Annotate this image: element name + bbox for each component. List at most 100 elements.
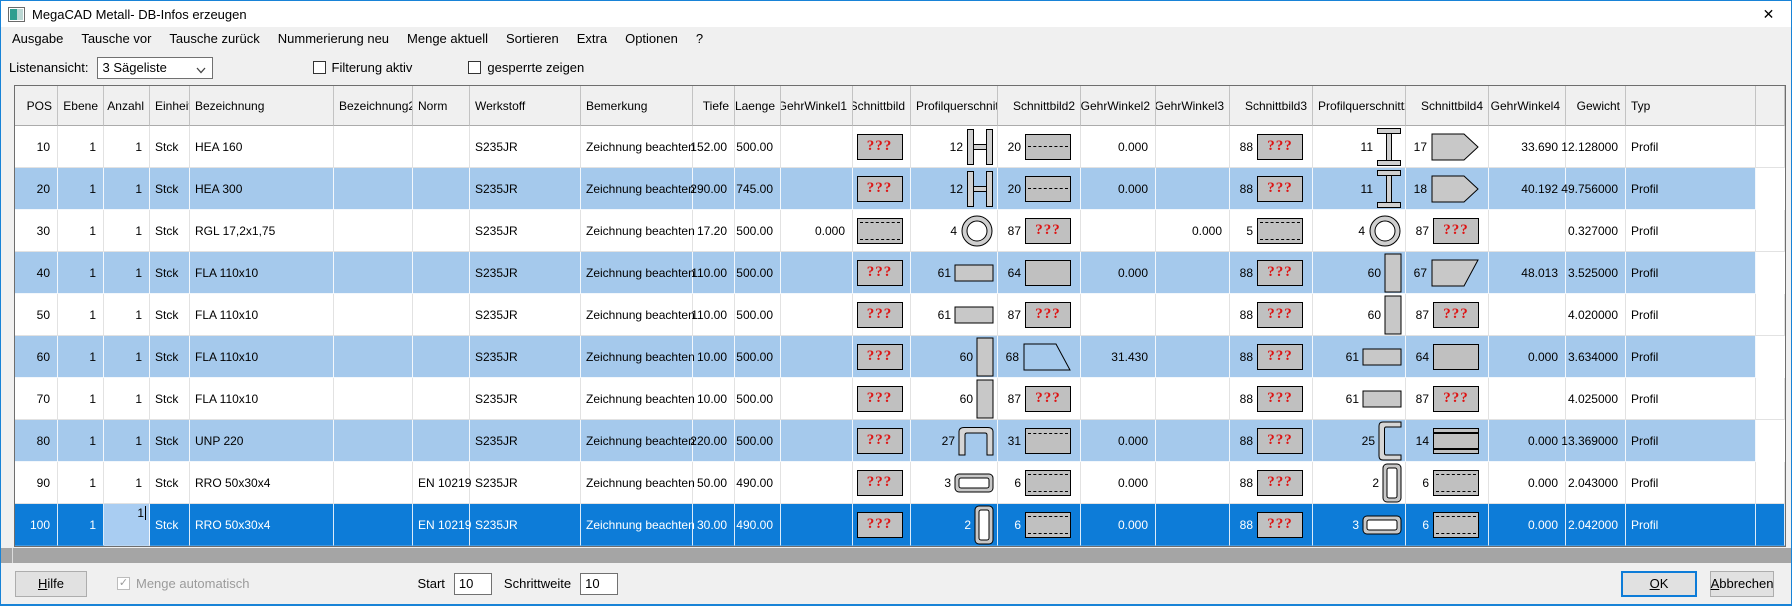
cell-laenge[interactable]: 500.00 [735, 378, 781, 420]
cell-gw4[interactable]: 40.192 [1489, 168, 1566, 210]
table-row[interactable]: 10011StckRRO 50x30x4EN 10219S235JRZeichn… [15, 504, 1785, 546]
cell-sb2[interactable]: 64 [998, 252, 1081, 294]
cell-pos[interactable]: 60 [15, 336, 58, 378]
col-header-pos[interactable]: POS [15, 86, 58, 126]
cell-bez2[interactable] [334, 336, 413, 378]
cell-bez[interactable]: RRO 50x30x4 [190, 504, 334, 546]
cancel-button[interactable]: Abbrechen [1710, 571, 1774, 597]
cell-anzahl[interactable]: 1 [104, 420, 150, 462]
cell-einheit[interactable]: Stck [150, 336, 190, 378]
cell-bemerkung[interactable]: Zeichnung beachten [581, 462, 693, 504]
cell-sb4[interactable]: 17 [1406, 126, 1489, 168]
cell-gw4[interactable]: 0.000 [1489, 420, 1566, 462]
cell-anzahl[interactable]: 1 [104, 336, 150, 378]
cell-last[interactable] [1756, 336, 1785, 378]
cell-tiefe[interactable]: 290.00 [693, 168, 735, 210]
cell-gw3[interactable] [1156, 462, 1230, 504]
cell-pos[interactable]: 10 [15, 126, 58, 168]
cell-sb2[interactable]: 87??? [998, 294, 1081, 336]
cell-gw4[interactable] [1489, 210, 1566, 252]
cell-pos[interactable]: 70 [15, 378, 58, 420]
cell-einheit[interactable]: Stck [150, 378, 190, 420]
cell-werkstoff[interactable]: S235JR [470, 210, 581, 252]
col-header-sb3[interactable]: Schnittbild3 [1230, 86, 1313, 126]
col-header-norm[interactable]: Norm [413, 86, 470, 126]
cell-gw3[interactable] [1156, 336, 1230, 378]
cell-edit-value[interactable]: 1 [137, 506, 146, 520]
cell-gewicht[interactable]: 13.369000 [1566, 420, 1626, 462]
cell-tiefe[interactable]: 110.00 [693, 252, 735, 294]
filter-checkbox[interactable] [313, 61, 326, 74]
cell-ebene[interactable]: 1 [58, 462, 104, 504]
col-header-pq2[interactable]: Profilquerschnitt2 [1313, 86, 1406, 126]
menu-item[interactable]: Extra [568, 28, 616, 49]
cell-sb[interactable]: ??? [853, 462, 911, 504]
cell-pq2[interactable]: 60 [1313, 252, 1406, 294]
cell-typ[interactable]: Profil [1626, 252, 1756, 294]
cell-pq[interactable]: 60 [911, 378, 998, 420]
cell-bez2[interactable] [334, 210, 413, 252]
cell-tiefe[interactable]: 220.00 [693, 420, 735, 462]
cell-typ[interactable]: Profil [1626, 378, 1756, 420]
cell-pq2[interactable]: 11 [1313, 168, 1406, 210]
cell-sb[interactable]: ??? [853, 378, 911, 420]
cell-sb3[interactable]: 88??? [1230, 336, 1313, 378]
cell-pq2[interactable]: 60 [1313, 294, 1406, 336]
table-row[interactable]: 3011StckRGL 17,2x1,75S235JRZeichnung bea… [15, 210, 1785, 252]
cell-bez[interactable]: HEA 300 [190, 168, 334, 210]
cell-sb[interactable]: ??? [853, 252, 911, 294]
menu-item[interactable]: Sortieren [497, 28, 568, 49]
cell-anzahl[interactable]: 1 [104, 462, 150, 504]
cell-gw3[interactable] [1156, 252, 1230, 294]
cell-sb4[interactable]: 14 [1406, 420, 1489, 462]
cell-bez[interactable]: FLA 110x10 [190, 378, 334, 420]
cell-last[interactable] [1756, 126, 1785, 168]
step-input[interactable] [580, 573, 618, 595]
cell-sb3[interactable]: 88??? [1230, 168, 1313, 210]
cell-tiefe[interactable]: 17.20 [693, 210, 735, 252]
menu-item[interactable]: Optionen [616, 28, 687, 49]
cell-gewicht[interactable]: 49.756000 [1566, 168, 1626, 210]
col-header-bemerkung[interactable]: Bemerkung [581, 86, 693, 126]
cell-bez[interactable]: FLA 110x10 [190, 336, 334, 378]
cell-laenge[interactable]: 500.00 [735, 294, 781, 336]
cell-gw1[interactable] [781, 294, 853, 336]
cell-sb4[interactable]: 87??? [1406, 294, 1489, 336]
cell-bemerkung[interactable]: Zeichnung beachten [581, 378, 693, 420]
cell-sb4[interactable]: 18 [1406, 168, 1489, 210]
cell-norm[interactable]: EN 10219 [413, 462, 470, 504]
cell-typ[interactable]: Profil [1626, 168, 1756, 210]
cell-bemerkung[interactable]: Zeichnung beachten [581, 294, 693, 336]
cell-sb4[interactable]: 6 [1406, 462, 1489, 504]
cell-ebene[interactable]: 1 [58, 378, 104, 420]
cell-anzahl[interactable]: 1 [104, 210, 150, 252]
cell-bez2[interactable] [334, 504, 413, 546]
cell-norm[interactable] [413, 252, 470, 294]
menu-item[interactable]: Tausche zurück [160, 28, 268, 49]
cell-ebene[interactable]: 1 [58, 210, 104, 252]
col-header-tiefe[interactable]: Tiefe [693, 86, 735, 126]
cell-einheit[interactable]: Stck [150, 168, 190, 210]
table-row[interactable]: 7011StckFLA 110x10S235JRZeichnung beacht… [15, 378, 1785, 420]
cell-tiefe[interactable]: 10.00 [693, 336, 735, 378]
cell-gewicht[interactable]: 2.042000 [1566, 504, 1626, 546]
col-header-gw3[interactable]: GehrWinkel3 [1156, 86, 1230, 126]
cell-anzahl[interactable]: 1 [104, 126, 150, 168]
cell-einheit[interactable]: Stck [150, 126, 190, 168]
col-header-sb2[interactable]: Schnittbild2 [998, 86, 1081, 126]
cell-gw2[interactable] [1081, 378, 1156, 420]
col-header-gw1[interactable]: GehrWinkel1 [781, 86, 853, 126]
cell-tiefe[interactable]: 152.00 [693, 126, 735, 168]
cell-norm[interactable]: EN 10219 [413, 504, 470, 546]
cell-sb[interactable] [853, 210, 911, 252]
cell-sb4[interactable]: 67 [1406, 252, 1489, 294]
horizontal-scrollbar[interactable] [1, 548, 1791, 563]
cell-gewicht[interactable]: 3.525000 [1566, 252, 1626, 294]
cell-gw3[interactable] [1156, 420, 1230, 462]
table-row[interactable]: 2011StckHEA 300S235JRZeichnung beachten2… [15, 168, 1785, 210]
cell-bez2[interactable] [334, 294, 413, 336]
cell-pos[interactable]: 40 [15, 252, 58, 294]
cell-pq2[interactable]: 25 [1313, 420, 1406, 462]
cell-gw2[interactable]: 0.000 [1081, 462, 1156, 504]
cell-typ[interactable]: Profil [1626, 336, 1756, 378]
